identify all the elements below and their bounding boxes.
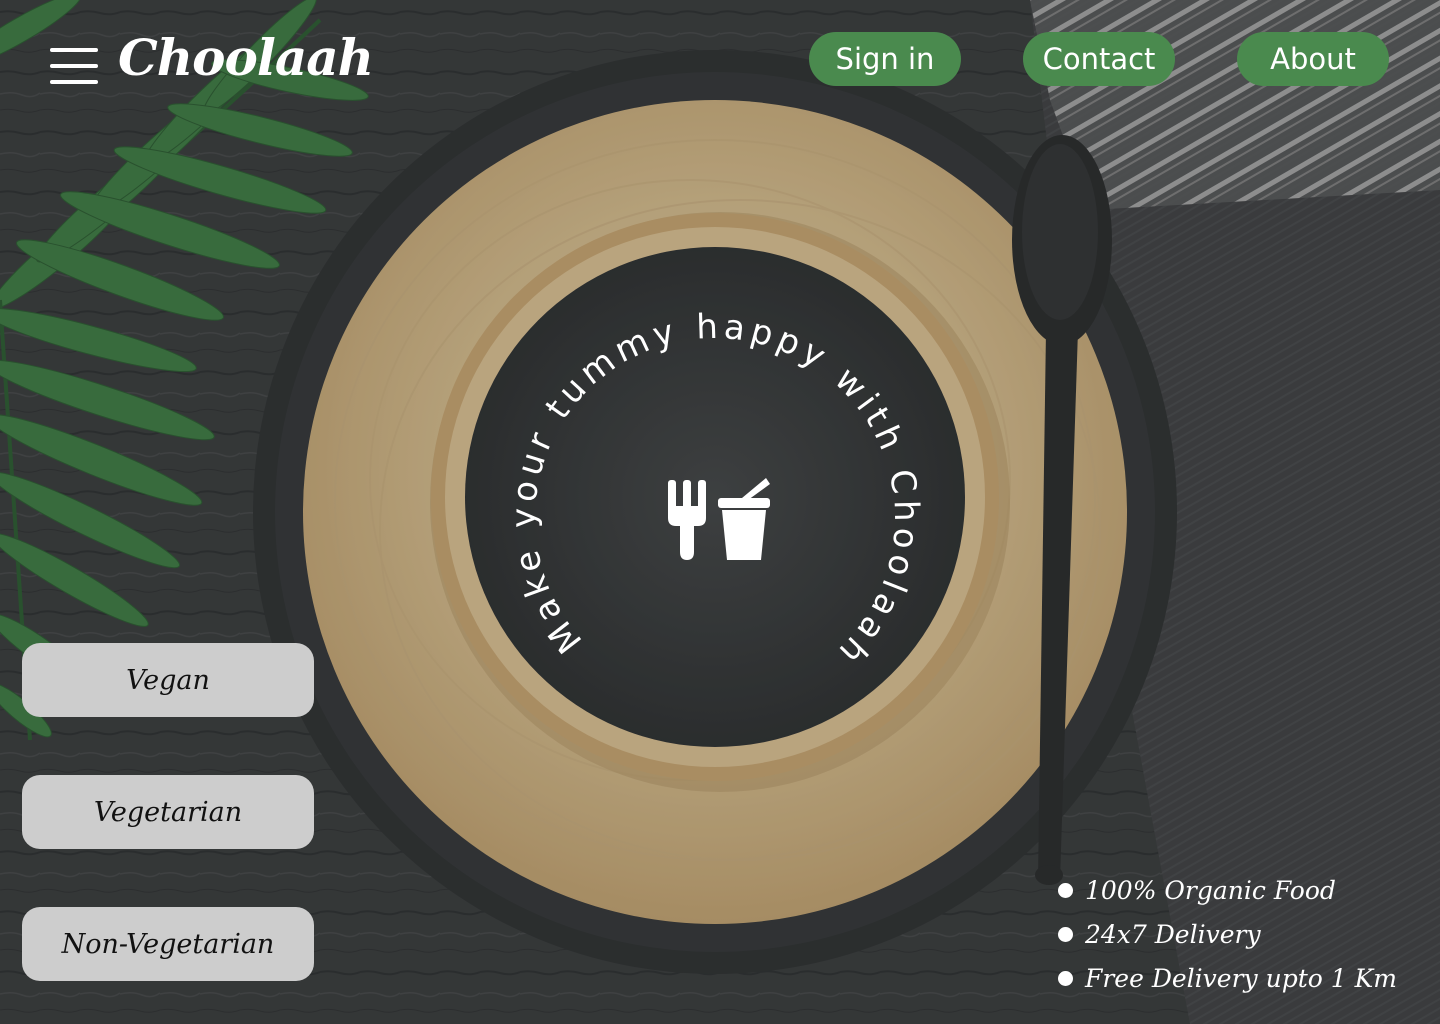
feature-list: 100% Organic Food 24x7 Delivery Free Del… bbox=[1058, 868, 1397, 1000]
contact-button[interactable]: Contact bbox=[1023, 32, 1175, 86]
feature-item: 100% Organic Food bbox=[1058, 868, 1397, 912]
brand-logo[interactable]: Choolaah bbox=[118, 28, 374, 87]
vegetarian-button[interactable]: Vegetarian bbox=[22, 775, 314, 849]
bullet-icon bbox=[1058, 926, 1073, 942]
bullet-icon bbox=[1058, 882, 1073, 898]
feature-item: 24x7 Delivery bbox=[1058, 912, 1397, 956]
non-vegetarian-button[interactable]: Non-Vegetarian bbox=[22, 907, 314, 981]
bullet-icon bbox=[1058, 970, 1073, 986]
feature-item: Free Delivery upto 1 Km bbox=[1058, 956, 1397, 1000]
hamburger-menu-icon[interactable] bbox=[50, 46, 98, 86]
vegan-button[interactable]: Vegan bbox=[22, 643, 314, 717]
sign-in-button[interactable]: Sign in bbox=[809, 32, 961, 86]
about-button[interactable]: About bbox=[1237, 32, 1389, 86]
